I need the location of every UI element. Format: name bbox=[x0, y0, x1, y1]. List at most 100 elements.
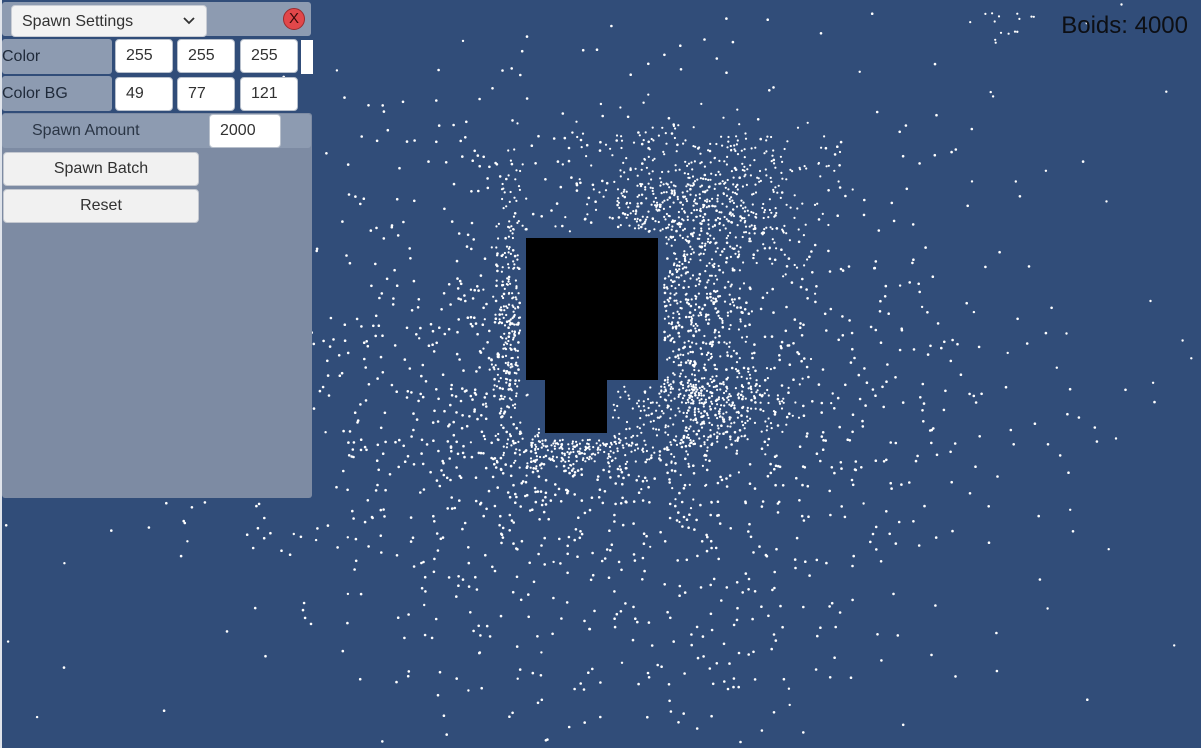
boid bbox=[509, 343, 512, 346]
boid bbox=[648, 172, 651, 175]
boid bbox=[421, 363, 425, 367]
boid bbox=[724, 431, 727, 434]
boid bbox=[435, 341, 439, 345]
boid bbox=[557, 487, 561, 491]
boid bbox=[900, 483, 903, 486]
boid bbox=[504, 341, 507, 344]
boid bbox=[667, 214, 670, 217]
boid bbox=[718, 522, 722, 525]
boid bbox=[672, 350, 675, 353]
boid bbox=[737, 471, 741, 474]
boid bbox=[670, 443, 673, 446]
boid bbox=[712, 237, 716, 240]
boid bbox=[688, 379, 691, 382]
boid bbox=[687, 436, 691, 440]
boid bbox=[461, 578, 465, 581]
boid bbox=[354, 195, 357, 198]
boid bbox=[671, 273, 674, 276]
boid bbox=[708, 241, 712, 244]
boid bbox=[725, 477, 728, 480]
boid bbox=[694, 330, 698, 333]
boid bbox=[449, 403, 452, 407]
boid bbox=[712, 379, 715, 383]
boid bbox=[734, 191, 737, 195]
boid bbox=[519, 598, 523, 602]
color-bg-b-input[interactable] bbox=[240, 77, 298, 111]
boid bbox=[671, 326, 675, 329]
boid bbox=[619, 106, 622, 109]
boid bbox=[510, 398, 513, 401]
boid bbox=[507, 263, 510, 266]
boid bbox=[478, 651, 482, 654]
boid bbox=[912, 348, 916, 351]
boid bbox=[685, 239, 689, 243]
boid bbox=[725, 194, 729, 197]
color-r-input[interactable] bbox=[115, 39, 173, 73]
boid bbox=[714, 183, 717, 186]
boid bbox=[555, 202, 559, 205]
boid bbox=[315, 249, 319, 253]
boid bbox=[651, 189, 654, 193]
boid bbox=[515, 392, 518, 395]
boid bbox=[780, 248, 783, 251]
boid bbox=[742, 405, 745, 408]
boid bbox=[560, 617, 563, 620]
boid bbox=[723, 160, 726, 163]
boid bbox=[679, 306, 682, 310]
boid bbox=[801, 483, 804, 487]
spawn-settings-dropdown[interactable]: Spawn Settings bbox=[11, 5, 207, 37]
boid bbox=[785, 415, 789, 419]
boid bbox=[687, 409, 690, 412]
boid bbox=[669, 270, 672, 273]
boid bbox=[709, 539, 713, 543]
color-bg-g-input[interactable] bbox=[177, 77, 235, 111]
boid bbox=[576, 555, 579, 558]
boid bbox=[403, 636, 406, 640]
boid bbox=[699, 347, 703, 350]
boid bbox=[668, 699, 671, 703]
boid bbox=[733, 404, 736, 407]
boid bbox=[749, 164, 752, 167]
boid bbox=[479, 634, 482, 637]
boid bbox=[894, 376, 897, 379]
boid bbox=[405, 396, 409, 399]
boid bbox=[728, 197, 731, 201]
boid bbox=[710, 423, 714, 426]
boid bbox=[756, 389, 759, 392]
boid bbox=[397, 465, 401, 469]
boid bbox=[667, 405, 670, 408]
boid bbox=[652, 192, 655, 195]
boid bbox=[568, 471, 571, 475]
boid bbox=[324, 431, 327, 434]
boid bbox=[652, 427, 655, 430]
boid bbox=[669, 387, 672, 391]
boid bbox=[624, 390, 627, 393]
boid bbox=[773, 162, 776, 165]
boid bbox=[688, 315, 691, 319]
boid bbox=[346, 488, 349, 492]
boid bbox=[650, 203, 653, 206]
boid bbox=[732, 201, 736, 205]
boid bbox=[950, 480, 953, 484]
boid bbox=[544, 454, 548, 458]
spawn-amount-input[interactable] bbox=[209, 114, 281, 148]
color-bg-r-input[interactable] bbox=[115, 77, 173, 111]
boid bbox=[717, 410, 721, 413]
color-g-input[interactable] bbox=[177, 39, 235, 73]
boid bbox=[486, 186, 490, 190]
close-button[interactable]: X bbox=[283, 8, 305, 30]
boid bbox=[303, 616, 307, 620]
boid bbox=[714, 399, 718, 403]
boid bbox=[348, 261, 352, 265]
reset-button[interactable]: Reset bbox=[3, 189, 199, 223]
boid bbox=[692, 251, 695, 254]
spawn-batch-button[interactable]: Spawn Batch bbox=[3, 152, 199, 186]
boid bbox=[728, 345, 731, 348]
boid bbox=[684, 139, 687, 142]
boid bbox=[501, 313, 504, 316]
color-b-input[interactable] bbox=[240, 39, 298, 73]
boid bbox=[677, 511, 680, 514]
boid bbox=[665, 142, 668, 145]
boid bbox=[410, 309, 414, 312]
boid bbox=[738, 372, 741, 375]
